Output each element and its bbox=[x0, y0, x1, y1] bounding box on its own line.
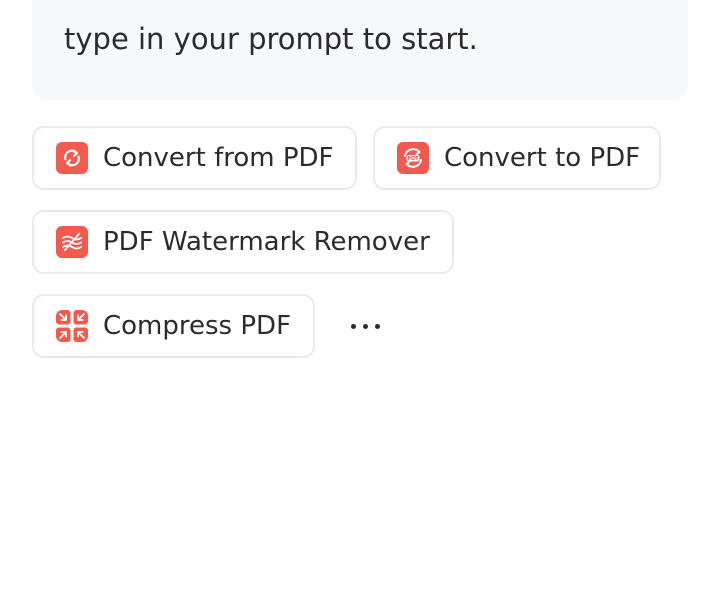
convert-from-pdf-button[interactable]: Convert from PDF bbox=[32, 126, 357, 190]
more-icon-dot bbox=[362, 323, 368, 329]
pdf-watermark-remover-button[interactable]: PDF Watermark Remover bbox=[32, 210, 454, 274]
prompt-card[interactable]: type in your prompt to start. bbox=[32, 0, 688, 100]
convert-to-pdf-button[interactable]: PDF Convert to PDF bbox=[373, 126, 661, 190]
more-icon-dot bbox=[374, 323, 380, 329]
compress-pdf-button[interactable]: Compress PDF bbox=[32, 294, 315, 358]
convert-from-pdf-label: Convert from PDF bbox=[103, 143, 334, 173]
watermark-remover-icon bbox=[56, 226, 88, 258]
convert-from-pdf-icon bbox=[56, 142, 88, 174]
convert-to-pdf-icon: PDF bbox=[397, 142, 429, 174]
compress-pdf-label: Compress PDF bbox=[103, 311, 292, 341]
convert-to-pdf-label: Convert to PDF bbox=[444, 143, 641, 173]
convert-to-pdf-icon-text: PDF bbox=[407, 156, 418, 162]
pdf-watermark-remover-label: PDF Watermark Remover bbox=[103, 227, 430, 257]
prompt-hint-text: type in your prompt to start. bbox=[64, 22, 478, 56]
more-icon-dot bbox=[350, 323, 356, 329]
more-options-button[interactable] bbox=[340, 306, 390, 346]
compress-icon bbox=[56, 310, 88, 342]
